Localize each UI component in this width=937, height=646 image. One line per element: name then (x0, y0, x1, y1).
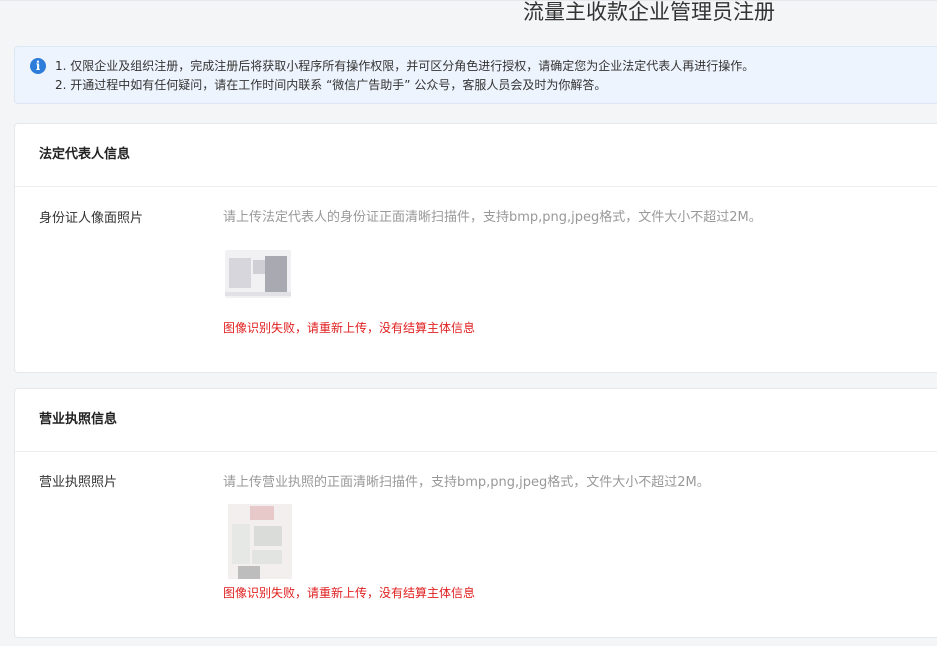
blurred-region (250, 506, 274, 520)
legal-representative-section: 法定代表人信息 身份证人像面照片 请上传法定代表人的身份证正面清晰扫描件，支持b… (14, 123, 937, 373)
blurred-region (265, 256, 287, 292)
id-card-photo-label: 身份证人像面照片 (39, 211, 144, 226)
section-title: 营业执照信息 (39, 412, 118, 427)
blurred-region (229, 258, 251, 288)
business-license-upload-hint: 请上传营业执照的正面清晰扫描件，支持bmp,png,jpeg格式，文件大小不超过… (223, 475, 710, 490)
blurred-region (238, 566, 260, 579)
business-license-photo-label: 营业执照照片 (39, 475, 118, 490)
blurred-region (225, 292, 291, 296)
notice-banner: i 1. 仅限企业及组织注册，完成注册后将获取小程序所有操作权限，并可区分角色进… (14, 46, 937, 104)
business-license-error-message: 图像识别失败，请重新上传，没有结算主体信息 (223, 586, 476, 600)
section-header: 法定代表人信息 (15, 124, 937, 187)
blurred-region (253, 260, 265, 274)
info-icon: i (30, 58, 46, 74)
notice-line-1: 1. 仅限企业及组织注册，完成注册后将获取小程序所有操作权限，并可区分角色进行授… (55, 59, 755, 73)
section-title: 法定代表人信息 (39, 147, 131, 162)
business-license-section: 营业执照信息 营业执照照片 请上传营业执照的正面清晰扫描件，支持bmp,png,… (14, 388, 937, 638)
notice-line-2: 2. 开通过程中如有任何疑问，请在工作时间内联系 “微信广告助手” 公众号，客服… (55, 78, 607, 92)
page: 流量主收款企业管理员注册 i 1. 仅限企业及组织注册，完成注册后将获取小程序所… (0, 0, 937, 646)
top-divider (0, 0, 937, 1)
page-title: 流量主收款企业管理员注册 (523, 0, 775, 24)
business-license-thumbnail[interactable] (228, 504, 292, 579)
section-header: 营业执照信息 (15, 389, 937, 452)
id-card-upload-hint: 请上传法定代表人的身份证正面清晰扫描件，支持bmp,png,jpeg格式，文件大… (223, 210, 762, 225)
id-card-thumbnail[interactable] (225, 250, 291, 298)
id-card-error-message: 图像识别失败，请重新上传，没有结算主体信息 (223, 321, 476, 335)
blurred-region (252, 550, 282, 564)
blurred-region (232, 524, 250, 564)
blurred-region (254, 526, 282, 546)
